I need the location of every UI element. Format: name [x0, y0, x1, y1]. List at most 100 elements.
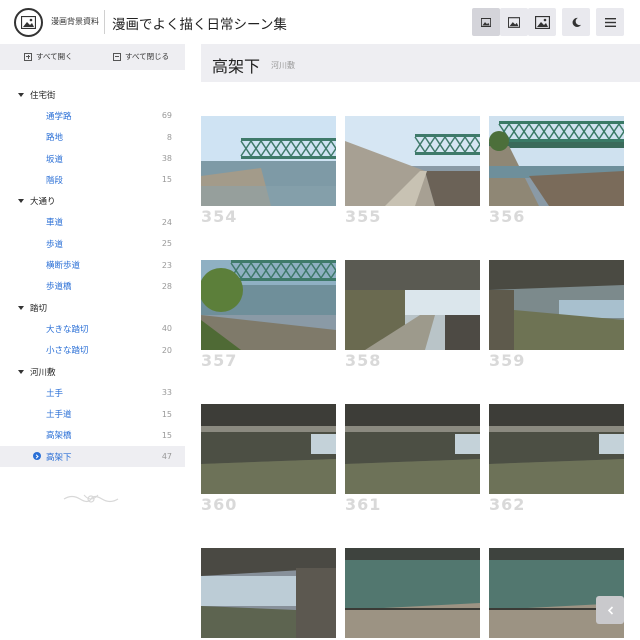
- sidebar-item-label: 坂道: [46, 154, 64, 165]
- category-label: 河川敷: [30, 367, 56, 378]
- sidebar-item-count: 38: [161, 154, 172, 164]
- sidebar-item-count: 33: [161, 388, 172, 398]
- sidebar-item[interactable]: 土手 33: [0, 382, 185, 403]
- photo-thumbnail[interactable]: [345, 260, 480, 350]
- back-button[interactable]: [596, 596, 624, 624]
- category-2[interactable]: 踏切: [0, 297, 185, 318]
- sidebar-item[interactable]: 横断歩道 23: [0, 254, 185, 275]
- menu-button[interactable]: [596, 8, 624, 36]
- image-icon: [481, 17, 491, 27]
- photo-number: 357: [201, 351, 238, 370]
- sidebar-item-label: 小さな踏切: [46, 346, 89, 357]
- main-header: 高架下 河川敷: [201, 44, 640, 82]
- sidebar-item-count: 40: [161, 324, 172, 334]
- category-3[interactable]: 河川敷: [0, 361, 185, 382]
- image-medium-view-button[interactable]: [500, 8, 528, 36]
- photo-number: 359: [489, 351, 526, 370]
- photo-thumbnail[interactable]: [489, 404, 624, 494]
- photo-thumbnail[interactable]: [489, 548, 624, 638]
- photo-thumbnail[interactable]: [201, 404, 336, 494]
- sidebar-item[interactable]: 階段 15: [0, 169, 185, 190]
- site-logo[interactable]: [14, 8, 43, 37]
- sidebar-item[interactable]: 車道 24: [0, 212, 185, 233]
- sidebar-item[interactable]: 路地 8: [0, 127, 185, 148]
- picture-icon: [21, 16, 36, 29]
- image-large-view-button[interactable]: [528, 8, 556, 36]
- minus-square-icon: [113, 52, 121, 61]
- sidebar-item-label: 歩道: [46, 239, 64, 250]
- photo-number: 355: [345, 207, 382, 226]
- sidebar: すべて開く すべて閉じる 住宅街通学路 69 路地 8 坂道 38 階段 15 大通り車道 24 歩…: [0, 44, 185, 640]
- category-label: 大通り: [30, 197, 56, 208]
- sidebar-item-count: 25: [161, 239, 172, 249]
- photo-thumbnail[interactable]: [345, 548, 480, 638]
- sidebar-item-label: 高架橋: [46, 431, 72, 442]
- photo-thumbnail[interactable]: [345, 116, 480, 206]
- site-title[interactable]: 漫画でよく描く日常シーン集: [112, 13, 287, 33]
- sidebar-item-count: 69: [161, 111, 172, 121]
- hamburger-icon: [604, 17, 616, 27]
- photo-number: 356: [489, 207, 526, 226]
- sidebar-item[interactable]: 歩道橋 28: [0, 276, 185, 297]
- sidebar-item[interactable]: 土手道 15: [0, 403, 185, 424]
- sidebar-item-count: 24: [161, 217, 172, 227]
- sidebar-item-count: 15: [161, 175, 172, 185]
- sidebar-item[interactable]: 小さな踏切 20: [0, 340, 185, 361]
- sidebar-item-label: 土手道: [46, 410, 72, 421]
- photo-thumbnail[interactable]: [201, 260, 336, 350]
- collapse-all-label: すべて閉じる: [125, 52, 170, 61]
- category-tree: 住宅街通学路 69 路地 8 坂道 38 階段 15 大通り車道 24 歩道 25 横断歩道 23 歩道橋 2…: [0, 84, 185, 468]
- category-label: 住宅街: [30, 90, 56, 101]
- dark-mode-button[interactable]: [562, 8, 590, 36]
- sidebar-item[interactable]: 坂道 38: [0, 148, 185, 169]
- ornament-divider: [63, 494, 119, 503]
- image-small-view-button[interactable]: [472, 8, 500, 36]
- photo-number: 358: [345, 351, 382, 370]
- sidebar-item-count: 28: [161, 281, 172, 291]
- sidebar-item[interactable]: 高架橋 15: [0, 425, 185, 446]
- caret-down-icon: [18, 369, 24, 374]
- photo-thumbnail[interactable]: [201, 548, 336, 638]
- caret-down-icon: [18, 305, 24, 310]
- photo-number: 361: [345, 495, 382, 514]
- sidebar-item-label: 大きな踏切: [46, 324, 89, 335]
- image-icon: [534, 15, 550, 29]
- sidebar-item-count: 20: [161, 345, 172, 355]
- sidebar-item-label: 階段: [46, 175, 64, 186]
- sidebar-item[interactable]: 歩道 25: [0, 233, 185, 254]
- sidebar-item-label: 通学路: [46, 111, 72, 122]
- photo-number: 360: [201, 495, 238, 514]
- photo-thumbnail[interactable]: [489, 260, 624, 350]
- sidebar-item[interactable]: 通学路 69: [0, 105, 185, 126]
- sidebar-item-count: 15: [161, 409, 172, 419]
- sidebar-item-label: 歩道橋: [46, 282, 72, 293]
- photo-number: 362: [489, 495, 526, 514]
- photo-thumbnail[interactable]: [201, 116, 336, 206]
- collapse-all-button[interactable]: すべて閉じる: [113, 51, 169, 62]
- chevron-circle-icon: [33, 452, 41, 461]
- site-name[interactable]: 漫画背景資料: [51, 16, 99, 27]
- header-divider: [104, 10, 105, 34]
- sidebar-item-label: 高架下: [46, 452, 72, 463]
- page-subtitle[interactable]: 河川敷: [271, 60, 295, 71]
- sidebar-item[interactable]: 高架下 47: [0, 446, 185, 468]
- sidebar-item-label: 車道: [46, 218, 64, 229]
- moon-icon: [572, 17, 581, 27]
- sidebar-item-label: 路地: [46, 133, 64, 144]
- sidebar-item-count: 8: [166, 132, 172, 142]
- category-0[interactable]: 住宅街: [0, 84, 185, 105]
- caret-down-icon: [18, 199, 24, 204]
- header: 漫画背景資料 漫画でよく描く日常シーン集: [0, 0, 640, 44]
- sidebar-toolbar: すべて開く すべて閉じる: [0, 44, 185, 70]
- photo-thumbnail[interactable]: [489, 116, 624, 206]
- sidebar-item-label: 土手: [46, 388, 64, 399]
- caret-down-icon: [18, 92, 24, 97]
- chevron-left-icon: [607, 605, 613, 615]
- sidebar-item[interactable]: 大きな踏切 40: [0, 318, 185, 339]
- expand-all-button[interactable]: すべて開く: [24, 51, 73, 62]
- photo-thumbnail[interactable]: [345, 404, 480, 494]
- image-icon: [508, 16, 520, 28]
- category-1[interactable]: 大通り: [0, 190, 185, 211]
- plus-square-icon: [24, 52, 32, 61]
- page-title: 高架下: [212, 57, 261, 76]
